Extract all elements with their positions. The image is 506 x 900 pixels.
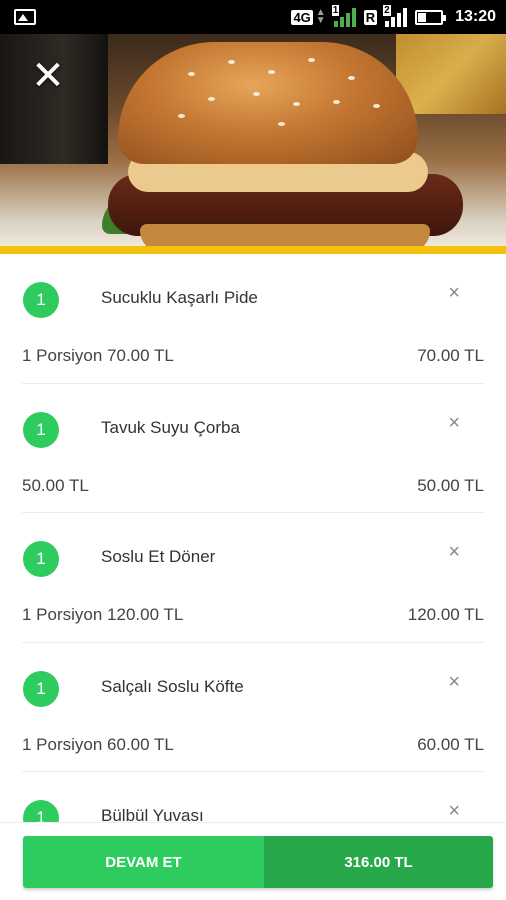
item-name: Sucuklu Kaşarlı Pide [101, 288, 258, 307]
status-bar: 4G ▲ ▼ 1 R 2 13:20 [0, 0, 506, 34]
bun-bottom-graphic [140, 224, 430, 246]
item-portion: 50.00 TL [22, 475, 89, 495]
signal-icon: 1 [331, 5, 356, 27]
item-name: Tavuk Suyu Çorba [101, 417, 240, 437]
item-price: 120.00 TL [407, 605, 484, 624]
item-portion: 1 Porsiyon 120.00 TL [22, 605, 184, 624]
item-price: 60.00 TL [417, 734, 484, 754]
remove-item-icon[interactable]: × [448, 671, 460, 694]
item-name: Bülbül Yuvası [101, 806, 204, 822]
roaming-badge: R [363, 9, 378, 25]
item-price: 50.00 TL [417, 475, 484, 495]
item-name: Salçalı Soslu Köfte [101, 676, 244, 696]
cart-item: 1 Tavuk Suyu Çorba × 50.00 TL 50.00 TL [22, 384, 484, 513]
cart-item: 1 Salçalı Soslu Köfte × 1 Porsiyon 60.00 TL… [22, 643, 484, 772]
quantity-badge: 1 [23, 541, 59, 577]
sim2-label: 2 [383, 5, 391, 16]
checkout-bar: DEVAM ET 316.00 TL [23, 836, 493, 888]
signal-icon-2: 2 [383, 5, 408, 27]
hero-image: ✕ [0, 34, 506, 246]
remove-item-icon[interactable]: × [448, 800, 460, 822]
status-time: 13:20 [455, 8, 496, 25]
item-name: Soslu Et Döner [101, 547, 216, 566]
remove-item-icon[interactable]: × [448, 282, 460, 305]
network-type: 4G [291, 9, 313, 25]
item-price: 70.00 TL [417, 346, 484, 365]
item-portion: 1 Porsiyon 60.00 TL [22, 734, 174, 754]
footer: DEVAM ET 316.00 TL [0, 822, 506, 900]
remove-item-icon[interactable]: × [448, 412, 460, 435]
continue-button[interactable]: DEVAM ET [23, 836, 264, 888]
quantity-badge: 1 [23, 282, 59, 318]
sim1-label: 1 [331, 5, 340, 16]
remove-item-icon[interactable]: × [448, 541, 460, 564]
cart-item: 1 Sucuklu Kaşarlı Pide × 1 Porsiyon 70.00 T… [22, 254, 484, 384]
total-price: 316.00 TL [264, 836, 493, 888]
cart-item: 1 Soslu Et Döner × 1 Porsiyon 120.00 TL 120.… [22, 513, 484, 643]
gallery-icon [14, 9, 36, 25]
accent-bar [0, 246, 506, 254]
bun-top-graphic [118, 42, 418, 164]
item-portion: 1 Porsiyon 70.00 TL [22, 346, 174, 365]
cart-item: 1 Bülbül Yuvası × [22, 772, 484, 822]
close-button[interactable]: ✕ [28, 54, 68, 98]
fries-graphic [396, 34, 506, 114]
cart-list[interactable]: 1 Sucuklu Kaşarlı Pide × 1 Porsiyon 70.00 T… [0, 254, 506, 822]
battery-icon [415, 9, 447, 25]
quantity-badge: 1 [23, 411, 59, 448]
quantity-badge: 1 [23, 670, 59, 707]
data-activity-icon: ▲ ▼ [315, 7, 326, 26]
quantity-badge: 1 [23, 800, 59, 822]
